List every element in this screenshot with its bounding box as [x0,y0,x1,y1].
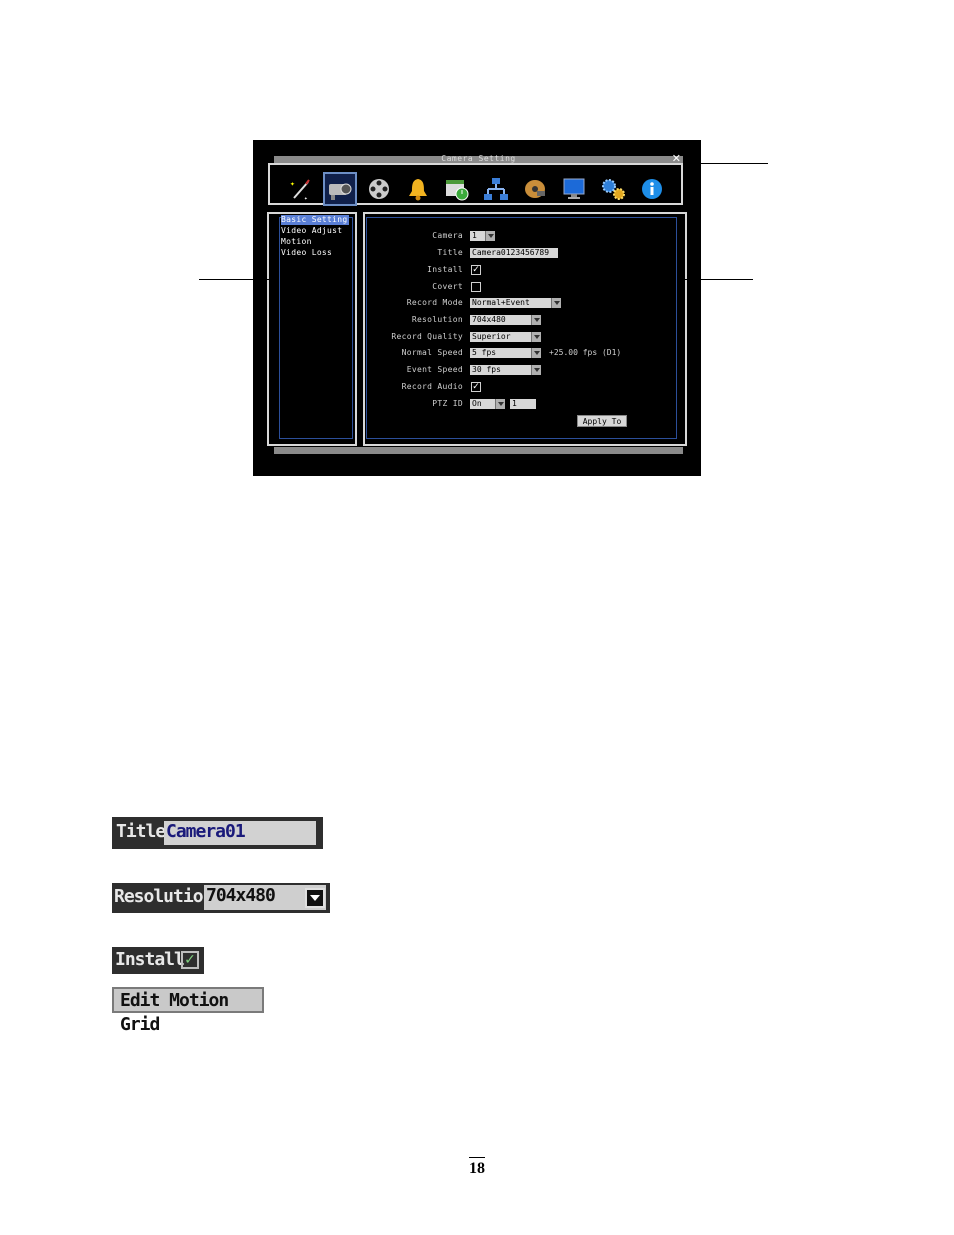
svg-text:✦: ✦ [304,195,308,202]
record-quality-value: Superior [472,332,511,341]
chevron-down-icon [551,298,561,308]
install-checkbox[interactable]: ✓ [471,265,481,275]
example-install-field: Install ✓ [112,947,204,974]
example-title-input: Camera01 [164,821,316,845]
chevron-down-icon [531,365,541,375]
gears-icon[interactable] [598,174,628,204]
network-icon[interactable] [481,174,511,204]
resolution-label: Resolution [411,315,463,324]
example-title-field: Title Camera01 [112,817,323,849]
ptz-value: On [472,399,482,408]
page-number-rule [469,1157,485,1158]
record-mode-label: Record Mode [406,298,463,307]
chevron-down-icon [305,888,325,908]
bell-icon[interactable] [403,174,433,204]
chevron-down-icon [531,348,541,358]
normal-speed-select[interactable]: 5 fps [470,348,541,358]
camera-value: 1 [472,231,477,240]
ptz-id-label: PTZ ID [432,399,463,408]
ptz-id-input[interactable]: 1 [510,399,536,409]
chevron-down-icon [495,399,505,409]
chevron-down-icon [531,315,541,325]
example-install-label: Install [115,949,185,970]
menu-item-basic-setting[interactable]: Basic Setting [281,215,349,225]
event-speed-select[interactable]: 30 fps [470,365,541,375]
covert-label: Covert [432,282,463,291]
install-label: Install [427,265,463,274]
menu-item-video-loss[interactable]: Video Loss [281,248,332,258]
menu-item-motion[interactable]: Motion [281,237,312,247]
camera-select[interactable]: 1 [470,231,495,241]
record-audio-checkbox[interactable]: ✓ [471,382,481,392]
status-bar [274,447,683,454]
record-quality-label: Record Quality [391,332,463,341]
event-speed-value: 30 fps [472,365,501,374]
record-audio-label: Record Audio [401,382,463,391]
example-edit-motion-grid-label: Edit Motion Grid [120,990,229,1035]
camera-icon[interactable] [323,172,357,206]
covert-checkbox[interactable] [471,282,481,292]
normal-speed-value: 5 fps [472,348,497,357]
film-reel-icon[interactable] [364,174,394,204]
camera-label: Camera [432,231,463,240]
page-number: 18 [469,1160,485,1177]
chevron-down-icon [531,332,541,342]
callout-line-menu [199,279,271,280]
camera-setting-screenshot: Camera Setting ✕ ✦ ✦ Basic Setting Video … [253,140,701,476]
title-input[interactable]: Camera0123456789 [470,248,558,258]
apply-to-button[interactable]: Apply To [577,415,627,427]
calendar-clock-icon[interactable] [442,174,472,204]
chevron-down-icon [485,231,495,241]
callout-line-settings [685,279,753,280]
checkbox-checked-icon: ✓ [181,951,199,969]
menu-item-video-adjust[interactable]: Video Adjust [281,226,342,236]
example-resolution-label: Resolution [114,886,213,907]
callout-line-toolbar [697,163,768,164]
record-quality-select[interactable]: Superior [470,332,541,342]
example-title-label: Title [116,821,166,842]
disk-icon[interactable] [520,174,550,204]
monitor-icon[interactable] [559,174,589,204]
ptz-select[interactable]: On [470,399,505,409]
wizard-icon[interactable]: ✦ ✦ [286,174,316,204]
event-speed-label: Event Speed [406,365,463,374]
record-mode-select[interactable]: Normal+Event [470,298,561,308]
example-edit-motion-grid-button: Edit Motion Grid [112,987,264,1035]
example-resolution-field: Resolution 704x480 [112,883,330,913]
resolution-select[interactable]: 704x480 [470,315,541,325]
info-icon[interactable] [637,174,667,204]
fps-note: +25.00 fps (D1) [549,348,622,357]
record-mode-value: Normal+Event [472,298,530,307]
svg-text:✦: ✦ [290,179,295,188]
resolution-value: 704x480 [472,315,506,324]
title-label: Title [437,248,463,257]
normal-speed-label: Normal Speed [401,348,463,357]
